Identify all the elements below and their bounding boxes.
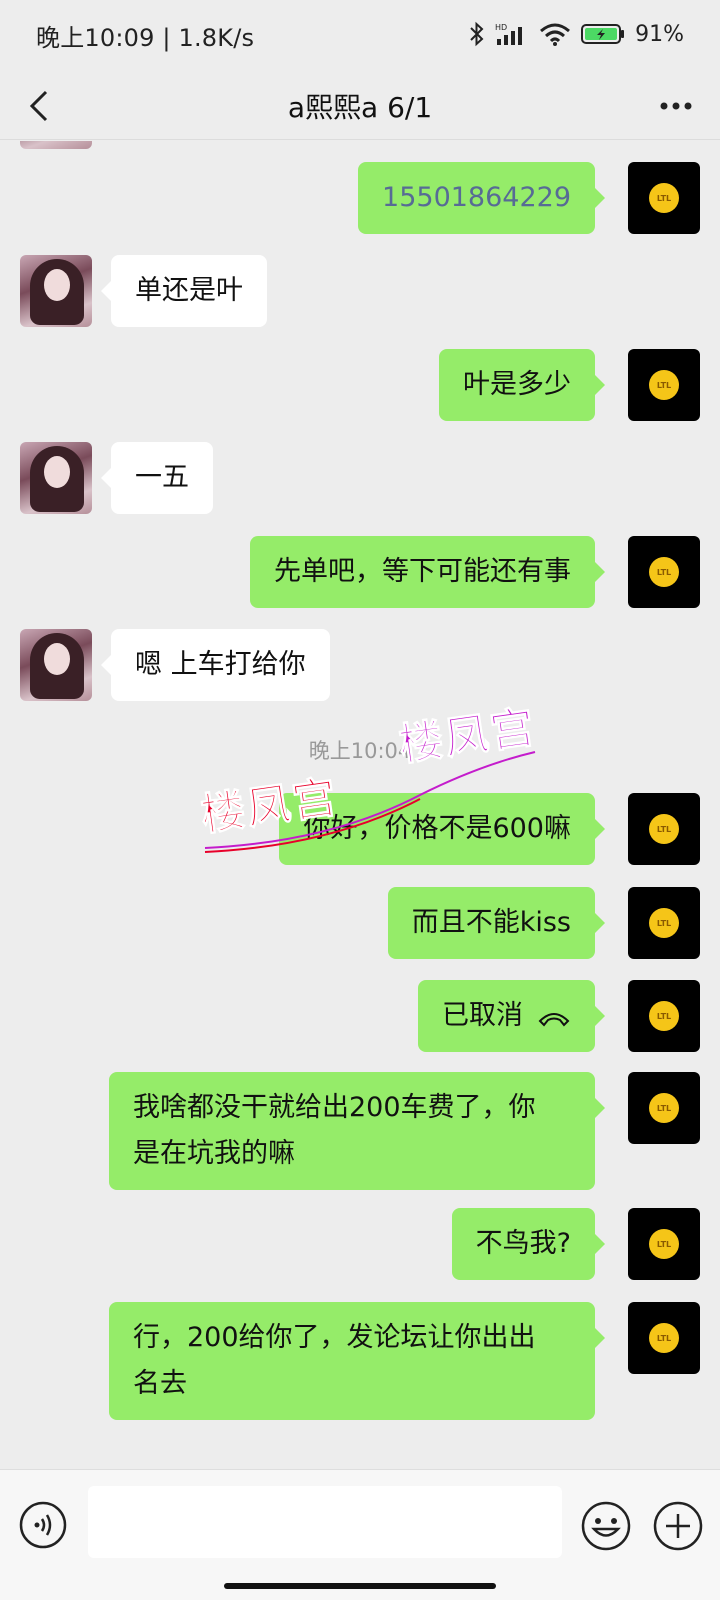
message-bubble-self[interactable]: 行，200给你了，发论坛让你出出 名去 [109,1302,605,1420]
message-text: 嗯 上车打给你 [135,649,306,680]
contact-avatar[interactable] [20,255,92,327]
signal-icon: HD [495,21,529,47]
status-icons: HD 91% [469,16,684,52]
message-bubble-self[interactable]: 先单吧，等下可能还有事 [250,536,605,608]
message-text: 单还是叶 [135,275,243,306]
ltl-coin-logo: LTL [649,814,679,844]
battery-icon [581,21,625,47]
self-avatar[interactable]: LTL [628,1302,700,1374]
message-bubble-self[interactable]: 不鸟我? [451,1208,606,1280]
ltl-coin-logo: LTL [649,370,679,400]
message-timestamp: 晚上10:04 [308,739,412,763]
ltl-coin-logo: LTL [649,1323,679,1353]
contact-avatar[interactable] [20,629,92,701]
self-avatar[interactable]: LTL [628,1072,700,1144]
status-time-speed: 晚上10:09 | 1.8K/s [36,24,255,52]
wifi-icon [539,21,571,47]
self-avatar[interactable]: LTL [628,536,700,608]
ltl-coin-logo: LTL [649,1001,679,1031]
self-avatar[interactable]: LTL [628,793,700,865]
avatar-face [44,643,70,675]
ltl-coin-logo: LTL [649,183,679,213]
message-bubble-other[interactable]: 一五 [101,442,213,514]
chat-title: a熙熙a 6/1 [287,91,433,124]
message-text: 不鸟我? [475,1228,571,1259]
message-bubble-self[interactable]: 已取消 [418,980,605,1052]
message-bubble-self[interactable]: 我啥都没干就给出200车费了，你 是在坑我的嘛 [109,1072,605,1190]
home-indicator[interactable] [224,1583,496,1589]
add-more-icon[interactable] [652,1500,704,1552]
message-text: 而且不能kiss [411,907,571,938]
message-text-line: 行，200给你了，发论坛让你出出 [133,1322,536,1353]
message-bubble-self[interactable]: 15501864229 [358,162,605,234]
message-text: 先单吧，等下可能还有事 [274,556,571,587]
message-bubble-other[interactable]: 嗯 上车打给你 [101,629,330,701]
svg-text:HD: HD [495,23,507,32]
chat-header: a熙熙a 6/1 [0,70,720,140]
message-text: 叶是多少 [463,369,571,400]
message-text-line: 名去 [133,1368,187,1399]
message-text-line: 我啥都没干就给出200车费了，你 [133,1092,536,1123]
message-input-bar [0,1469,720,1600]
message-text: 一五 [135,462,189,493]
message-text-line: 是在坑我的嘛 [133,1138,295,1169]
self-avatar[interactable]: LTL [628,162,700,234]
phone-number-link[interactable]: 15501864229 [382,182,571,213]
self-avatar[interactable]: LTL [628,349,700,421]
self-avatar[interactable]: LTL [628,887,700,959]
avatar-face [44,456,70,488]
contact-avatar[interactable] [20,141,92,149]
ltl-coin-logo: LTL [649,557,679,587]
emoji-icon[interactable] [580,1500,632,1552]
self-avatar[interactable]: LTL [628,1208,700,1280]
message-text: 已取消 [442,1000,523,1031]
battery-percent: 91% [635,21,684,47]
message-bubble-other[interactable]: 单还是叶 [101,255,267,327]
phone-hangup-icon [538,1012,570,1026]
ltl-coin-logo: LTL [649,908,679,938]
self-avatar[interactable]: LTL [628,980,700,1052]
voice-input-icon[interactable] [18,1500,68,1550]
more-options-icon[interactable] [652,84,700,128]
message-text-input[interactable] [88,1486,562,1558]
avatar-face [44,269,70,301]
status-bar: 晚上10:09 | 1.8K/s HD 91% [0,0,720,70]
ltl-coin-logo: LTL [649,1229,679,1259]
ltl-coin-logo: LTL [649,1093,679,1123]
message-text: 你好，价格不是600嘛 [303,813,571,844]
bluetooth-icon [469,21,485,47]
message-bubble-self[interactable]: 而且不能kiss [387,887,606,959]
contact-avatar[interactable] [20,442,92,514]
chat-message-list[interactable]: 15501864229 LTL 单还是叶 叶是多少 LTL 一五 先单吧，等下可… [0,141,720,1469]
message-bubble-self[interactable]: 叶是多少 [439,349,605,421]
